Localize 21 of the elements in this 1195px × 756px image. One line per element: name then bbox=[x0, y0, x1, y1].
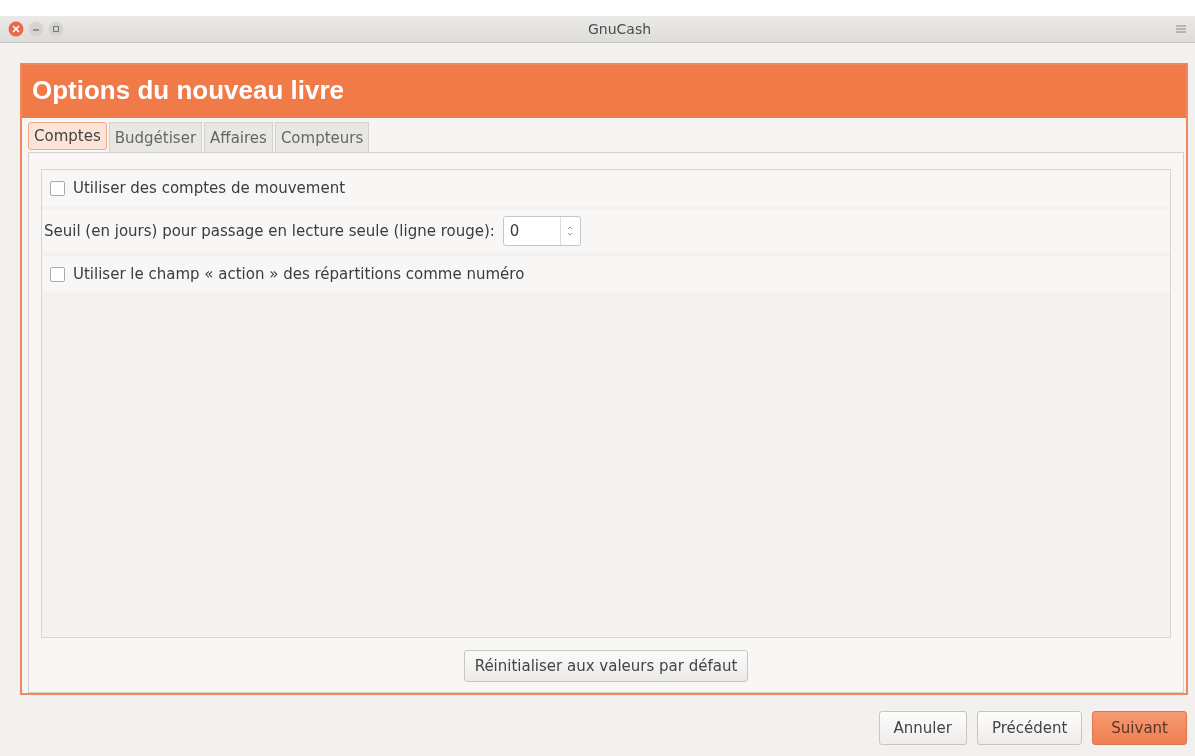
checkbox-label: Utiliser des comptes de mouvement bbox=[73, 179, 346, 197]
field-label: Seuil (en jours) pour passage en lecture seule (ligne rouge): bbox=[44, 222, 495, 240]
menu-icon[interactable] bbox=[1175, 23, 1187, 35]
tab[interactable]: Budgétiser bbox=[108, 122, 203, 152]
maximize-icon[interactable] bbox=[48, 21, 64, 37]
checkbox[interactable] bbox=[50, 266, 65, 282]
minimize-icon[interactable] bbox=[28, 21, 44, 37]
dialog-button[interactable]: Suivant bbox=[1092, 711, 1187, 745]
spin-arrows-icon[interactable] bbox=[565, 224, 574, 238]
checkbox-label: Utiliser le champ « action » des répartitions comme numéro bbox=[73, 265, 525, 283]
checkbox[interactable] bbox=[50, 180, 65, 196]
dialog-button[interactable]: Annuler bbox=[878, 711, 967, 745]
tab[interactable]: Affaires bbox=[204, 122, 273, 152]
spin-field[interactable]: 0 bbox=[502, 216, 581, 246]
window-title: GnuCash bbox=[586, 21, 653, 37]
close-icon[interactable] bbox=[8, 21, 24, 37]
reset-button[interactable]: Réinitialiser aux valeurs par défaut bbox=[463, 650, 749, 682]
tab[interactable]: Comptes bbox=[28, 122, 107, 150]
dialog-title: Options du nouveau livre bbox=[22, 65, 1186, 118]
dialog-button[interactable]: Précédent bbox=[976, 711, 1083, 745]
tab[interactable]: Compteurs bbox=[274, 122, 370, 152]
